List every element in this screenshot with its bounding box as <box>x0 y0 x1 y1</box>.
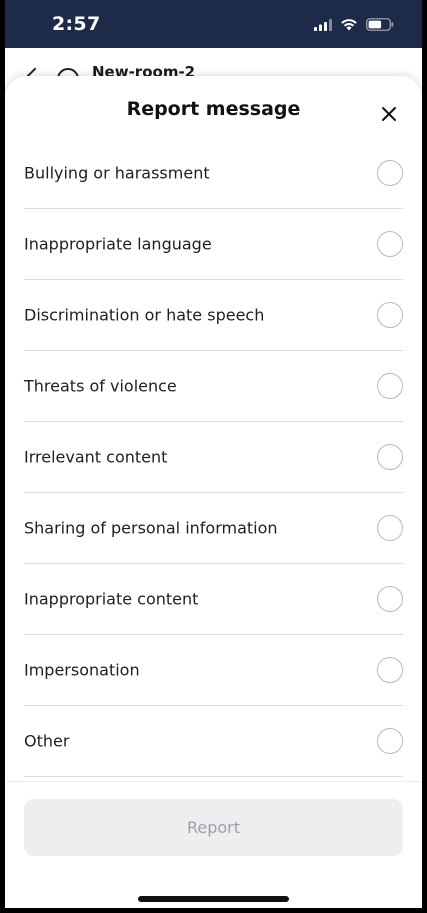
radio-button[interactable] <box>377 515 403 541</box>
option-label: Sharing of personal information <box>24 518 278 538</box>
reason-option-discrimination[interactable]: Discrimination or hate speech <box>24 280 403 351</box>
option-label: Other <box>24 731 70 751</box>
sheet-title: Report message <box>126 98 301 120</box>
radio-button[interactable] <box>377 728 403 754</box>
reason-option-impersonation[interactable]: Impersonation <box>24 635 403 706</box>
report-message-sheet: Report message Bullying or harassment In… <box>5 76 422 908</box>
radio-button[interactable] <box>377 302 403 328</box>
phone-screen: 2:57 New-room-2 Report message Bullying … <box>5 0 422 908</box>
option-label: Threats of violence <box>24 376 177 396</box>
option-label: Irrelevant content <box>24 447 168 467</box>
battery-icon <box>366 16 394 35</box>
close-icon <box>375 107 403 132</box>
radio-button[interactable] <box>377 231 403 257</box>
cellular-signal-icon <box>314 16 332 35</box>
reason-option-other[interactable]: Other <box>24 706 403 777</box>
radio-button[interactable] <box>377 373 403 399</box>
radio-button[interactable] <box>377 586 403 612</box>
option-label: Bullying or harassment <box>24 163 210 183</box>
status-time: 2:57 <box>52 13 101 35</box>
option-label: Impersonation <box>24 660 140 680</box>
wifi-icon <box>340 16 358 35</box>
report-button[interactable]: Report <box>24 799 403 856</box>
footer-divider <box>5 781 422 782</box>
option-label: Inappropriate content <box>24 589 199 609</box>
reason-option-threats[interactable]: Threats of violence <box>24 351 403 422</box>
option-label: Discrimination or hate speech <box>24 305 265 325</box>
home-indicator <box>138 896 289 902</box>
reason-option-inappropriate-language[interactable]: Inappropriate language <box>24 209 403 280</box>
reason-option-inappropriate-content[interactable]: Inappropriate content <box>24 564 403 635</box>
radio-button[interactable] <box>377 160 403 186</box>
reason-option-bullying[interactable]: Bullying or harassment <box>24 138 403 209</box>
radio-button[interactable] <box>377 444 403 470</box>
radio-button[interactable] <box>377 657 403 683</box>
reason-option-personal-info[interactable]: Sharing of personal information <box>24 493 403 564</box>
report-reason-list: Bullying or harassment Inappropriate lan… <box>24 138 403 777</box>
status-icons <box>314 16 394 34</box>
option-label: Inappropriate language <box>24 234 212 254</box>
status-bar: 2:57 <box>5 0 422 50</box>
close-button[interactable] <box>375 100 403 128</box>
reason-option-irrelevant[interactable]: Irrelevant content <box>24 422 403 493</box>
